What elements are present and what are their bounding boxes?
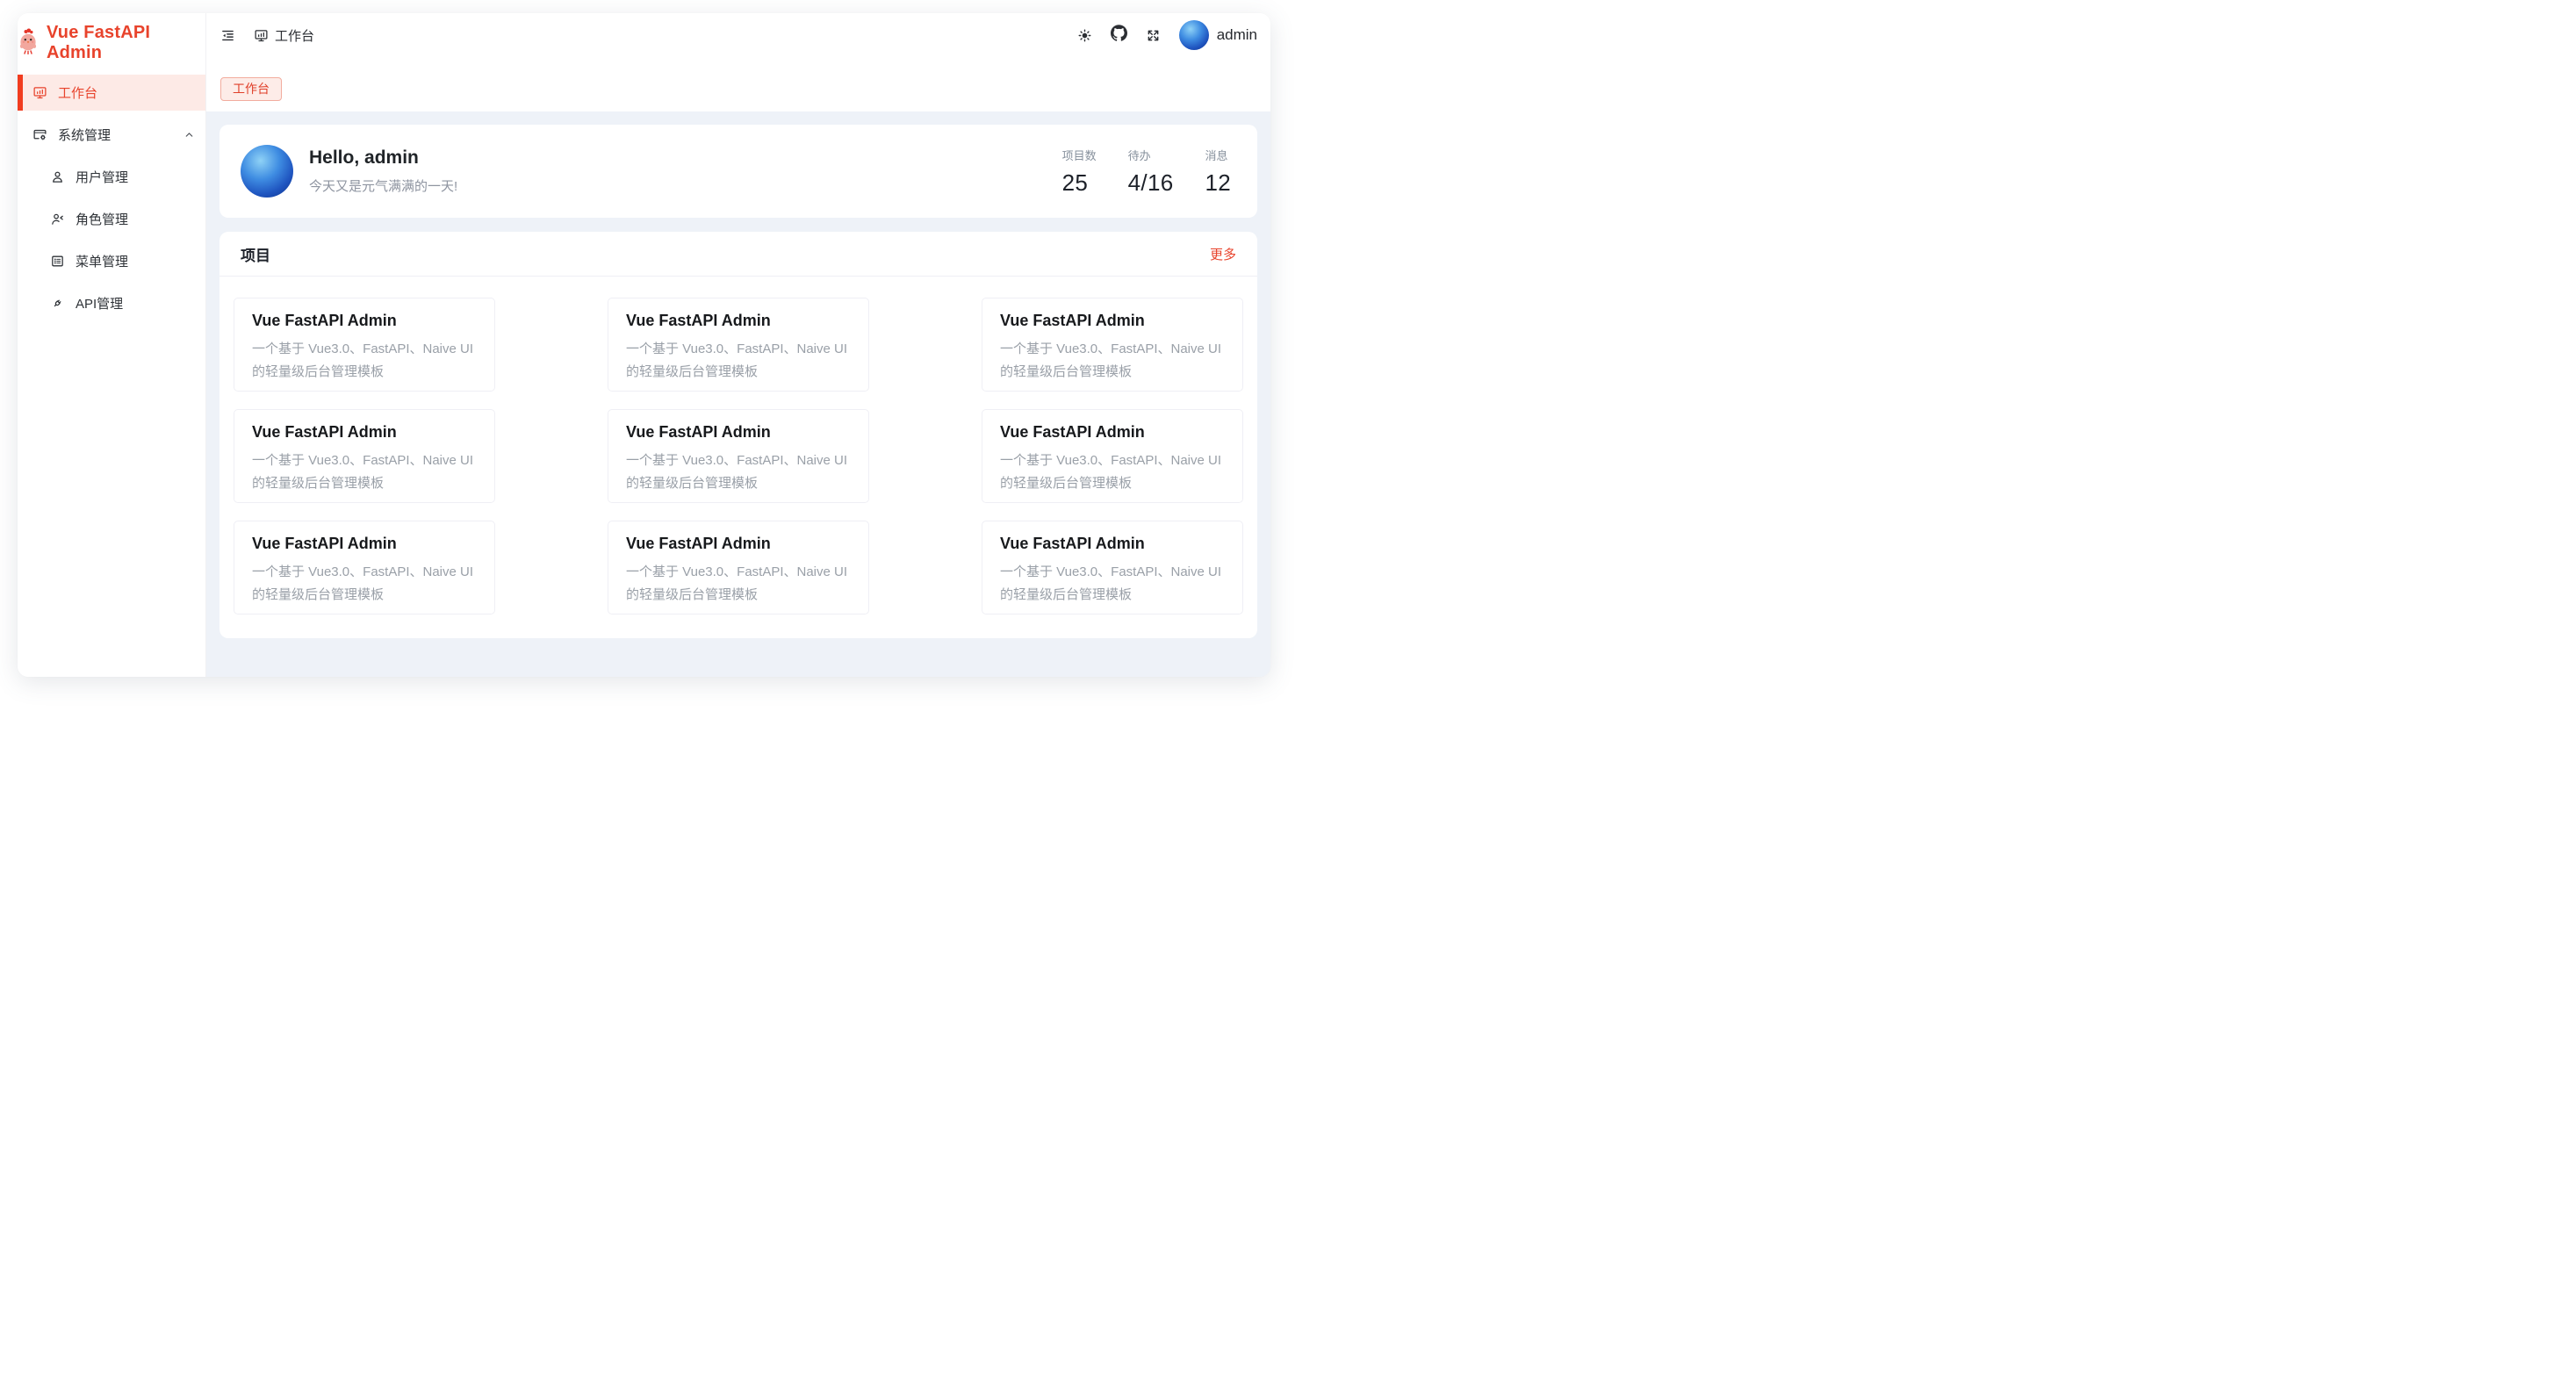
stat-value: 4/16 bbox=[1128, 169, 1174, 197]
welcome-text: Hello, admin 今天又是元气满满的一天! bbox=[309, 147, 457, 195]
project-card[interactable]: Vue FastAPI Admin 一个基于 Vue3.0、FastAPI、Na… bbox=[234, 521, 495, 615]
project-title: Vue FastAPI Admin bbox=[626, 312, 851, 330]
project-title: Vue FastAPI Admin bbox=[626, 535, 851, 553]
welcome-message: 今天又是元气满满的一天! bbox=[309, 176, 457, 195]
header: 工作台 bbox=[206, 13, 1270, 57]
sidebar: Vue FastAPI Admin 工作台 bbox=[18, 13, 206, 677]
stat-label: 消息 bbox=[1205, 147, 1231, 163]
content: Hello, admin 今天又是元气满满的一天! 项目数 25 待办 4/16… bbox=[206, 111, 1270, 677]
sidebar-item-label: 菜单管理 bbox=[76, 252, 195, 270]
collapse-sidebar-button[interactable] bbox=[220, 28, 235, 43]
workbench-monitor-icon bbox=[32, 85, 47, 100]
sidebar-menu: 工作台 系统管理 bbox=[18, 73, 205, 327]
fullscreen-button[interactable] bbox=[1146, 28, 1161, 43]
projects-card: 项目 更多 Vue FastAPI Admin 一个基于 Vue3.0、Fast… bbox=[219, 232, 1257, 638]
sidebar-item-apis[interactable]: API管理 bbox=[18, 285, 205, 321]
stat-value: 25 bbox=[1062, 169, 1097, 197]
tag-workbench[interactable]: 工作台 bbox=[220, 77, 282, 101]
stat-todos: 待办 4/16 bbox=[1128, 147, 1174, 197]
sun-theme-icon bbox=[1077, 28, 1092, 43]
welcome-avatar bbox=[241, 145, 293, 198]
header-actions: admin bbox=[1077, 20, 1257, 50]
project-card[interactable]: Vue FastAPI Admin 一个基于 Vue3.0、FastAPI、Na… bbox=[234, 409, 495, 503]
sidebar-item-workbench[interactable]: 工作台 bbox=[18, 75, 205, 111]
chevron-up-icon bbox=[183, 129, 195, 140]
github-icon bbox=[1111, 25, 1127, 46]
sidebar-item-label: 角色管理 bbox=[76, 210, 195, 228]
project-description: 一个基于 Vue3.0、FastAPI、Naive UI 的轻量级后台管理模板 bbox=[626, 561, 851, 607]
project-card[interactable]: Vue FastAPI Admin 一个基于 Vue3.0、FastAPI、Na… bbox=[608, 521, 869, 615]
username: admin bbox=[1217, 26, 1257, 44]
app-title: Vue FastAPI Admin bbox=[47, 23, 205, 63]
sidebar-item-users[interactable]: 用户管理 bbox=[18, 159, 205, 195]
stat-value: 12 bbox=[1205, 169, 1231, 197]
project-description: 一个基于 Vue3.0、FastAPI、Naive UI 的轻量级后台管理模板 bbox=[626, 338, 851, 384]
projects-header: 项目 更多 bbox=[219, 232, 1257, 277]
user-icon bbox=[50, 169, 65, 184]
avatar bbox=[1179, 20, 1209, 50]
project-description: 一个基于 Vue3.0、FastAPI、Naive UI 的轻量级后台管理模板 bbox=[252, 561, 477, 607]
project-description: 一个基于 Vue3.0、FastAPI、Naive UI 的轻量级后台管理模板 bbox=[252, 449, 477, 495]
sidebar-item-label: 系统管理 bbox=[58, 126, 173, 144]
project-card[interactable]: Vue FastAPI Admin 一个基于 Vue3.0、FastAPI、Na… bbox=[982, 409, 1243, 503]
breadcrumb-label: 工作台 bbox=[275, 26, 314, 45]
project-title: Vue FastAPI Admin bbox=[252, 312, 477, 330]
logo: Vue FastAPI Admin bbox=[18, 13, 205, 73]
projects-grid: Vue FastAPI Admin 一个基于 Vue3.0、FastAPI、Na… bbox=[234, 298, 1243, 615]
sidebar-item-label: 用户管理 bbox=[76, 168, 195, 186]
sidebar-item-label: 工作台 bbox=[58, 83, 195, 102]
welcome-card: Hello, admin 今天又是元气满满的一天! 项目数 25 待办 4/16… bbox=[219, 125, 1257, 218]
github-button[interactable] bbox=[1111, 25, 1127, 46]
chick-logo-icon bbox=[18, 28, 39, 59]
project-title: Vue FastAPI Admin bbox=[626, 423, 851, 442]
app-window: Vue FastAPI Admin 工作台 bbox=[18, 13, 1270, 677]
menu-list-icon bbox=[50, 254, 65, 269]
project-title: Vue FastAPI Admin bbox=[1000, 535, 1225, 553]
more-link[interactable]: 更多 bbox=[1210, 245, 1236, 263]
project-description: 一个基于 Vue3.0、FastAPI、Naive UI 的轻量级后台管理模板 bbox=[1000, 449, 1225, 495]
project-card[interactable]: Vue FastAPI Admin 一个基于 Vue3.0、FastAPI、Na… bbox=[982, 298, 1243, 392]
stats: 项目数 25 待办 4/16 消息 12 bbox=[1062, 147, 1231, 197]
sidebar-item-menus[interactable]: 菜单管理 bbox=[18, 243, 205, 279]
project-card[interactable]: Vue FastAPI Admin 一个基于 Vue3.0、FastAPI、Na… bbox=[982, 521, 1243, 615]
system-window-gear-icon bbox=[32, 127, 47, 142]
stat-messages: 消息 12 bbox=[1205, 147, 1231, 197]
stat-projects: 项目数 25 bbox=[1062, 147, 1097, 197]
theme-toggle-button[interactable] bbox=[1077, 28, 1092, 43]
project-card[interactable]: Vue FastAPI Admin 一个基于 Vue3.0、FastAPI、Na… bbox=[608, 298, 869, 392]
tagbar: 工作台 bbox=[206, 57, 1270, 111]
stat-label: 项目数 bbox=[1062, 147, 1097, 163]
api-plug-icon bbox=[50, 296, 65, 311]
project-card[interactable]: Vue FastAPI Admin 一个基于 Vue3.0、FastAPI、Na… bbox=[234, 298, 495, 392]
sidebar-item-system[interactable]: 系统管理 bbox=[18, 117, 205, 153]
project-description: 一个基于 Vue3.0、FastAPI、Naive UI 的轻量级后台管理模板 bbox=[1000, 338, 1225, 384]
project-title: Vue FastAPI Admin bbox=[1000, 423, 1225, 442]
main-area: 工作台 bbox=[206, 13, 1270, 677]
role-user-icon bbox=[50, 212, 65, 226]
user-menu[interactable]: admin bbox=[1179, 20, 1257, 50]
breadcrumb-workbench[interactable]: 工作台 bbox=[254, 26, 314, 45]
project-title: Vue FastAPI Admin bbox=[252, 423, 477, 442]
sidebar-item-label: API管理 bbox=[76, 294, 195, 313]
projects-body: Vue FastAPI Admin 一个基于 Vue3.0、FastAPI、Na… bbox=[219, 277, 1257, 638]
fullscreen-expand-icon bbox=[1146, 28, 1161, 43]
menu-fold-icon bbox=[220, 28, 235, 43]
stat-label: 待办 bbox=[1128, 147, 1174, 163]
project-card[interactable]: Vue FastAPI Admin 一个基于 Vue3.0、FastAPI、Na… bbox=[608, 409, 869, 503]
project-title: Vue FastAPI Admin bbox=[1000, 312, 1225, 330]
sidebar-item-roles[interactable]: 角色管理 bbox=[18, 201, 205, 237]
greeting: Hello, admin bbox=[309, 147, 457, 169]
project-title: Vue FastAPI Admin bbox=[252, 535, 477, 553]
project-description: 一个基于 Vue3.0、FastAPI、Naive UI 的轻量级后台管理模板 bbox=[1000, 561, 1225, 607]
project-description: 一个基于 Vue3.0、FastAPI、Naive UI 的轻量级后台管理模板 bbox=[626, 449, 851, 495]
workbench-monitor-icon bbox=[254, 28, 269, 43]
projects-title: 项目 bbox=[241, 243, 270, 265]
project-description: 一个基于 Vue3.0、FastAPI、Naive UI 的轻量级后台管理模板 bbox=[252, 338, 477, 384]
